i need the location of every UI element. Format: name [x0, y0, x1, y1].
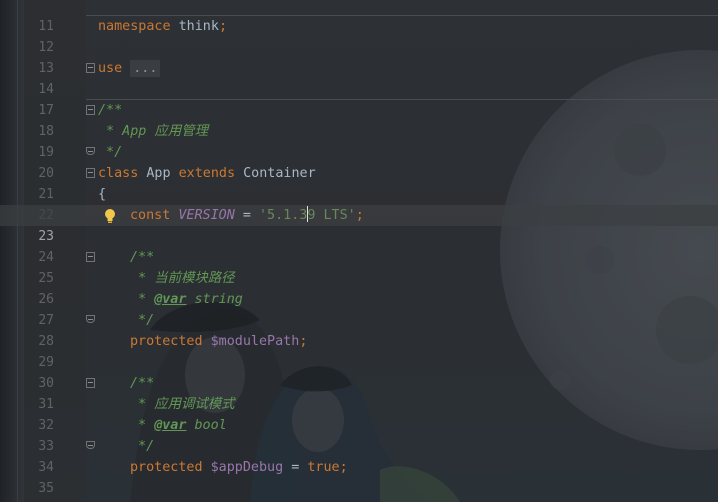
- code-text: class App extends Container: [98, 163, 316, 184]
- code-line[interactable]: 22 {: [0, 184, 718, 223]
- code-line[interactable]: 11: [0, 0, 718, 34]
- doc-comment: /**: [130, 250, 155, 265]
- doc-comment: * 应用调试模式: [130, 397, 235, 412]
- code-text: namespace think;: [98, 16, 227, 37]
- lightbulb-icon[interactable]: [104, 208, 116, 224]
- doc-comment: /**: [130, 376, 155, 391]
- code-line[interactable]: 31 /**: [0, 373, 718, 412]
- code-line[interactable]: 28 */: [0, 310, 718, 349]
- parent-class-name: Container: [243, 166, 316, 181]
- code-line[interactable]: 13: [0, 37, 718, 76]
- code-text: use ...: [98, 58, 161, 79]
- code-line[interactable]: 35 protected $appDebug = true;: [0, 457, 718, 496]
- keyword: use: [98, 61, 123, 76]
- code-line[interactable]: 27 * @var string: [0, 289, 718, 328]
- doc-comment: */: [130, 313, 155, 328]
- code-line[interactable]: 14 use ...: [0, 58, 718, 97]
- code-line[interactable]: 25 /**: [0, 247, 718, 286]
- doc-comment: * App 应用管理: [98, 124, 208, 139]
- semicolon: ;: [355, 208, 364, 223]
- code-line[interactable]: 18 /**: [0, 100, 718, 139]
- constant-name: VERSION: [178, 208, 235, 223]
- doc-comment: */: [98, 145, 123, 160]
- boolean-literal: true: [307, 460, 340, 475]
- doc-comment: * @var bool: [130, 418, 227, 433]
- code-text: protected $modulePath;: [130, 331, 307, 352]
- code-line[interactable]: 33 * @var bool: [0, 415, 718, 454]
- keyword: protected: [130, 334, 203, 349]
- doc-comment: /**: [98, 103, 123, 118]
- fold-marker-icon[interactable]: [86, 441, 95, 449]
- keyword: class: [98, 166, 139, 181]
- code-text: protected $appDebug = true;: [130, 457, 348, 478]
- code-text: const VERSION = '5.1.39 LTS';: [130, 205, 364, 226]
- namespace-name: think: [178, 19, 219, 34]
- class-name: App: [146, 166, 171, 181]
- semicolon: ;: [218, 19, 227, 34]
- fold-marker-icon[interactable]: [86, 252, 95, 262]
- fold-marker-icon[interactable]: [86, 63, 95, 73]
- code-line[interactable]: 30: [0, 352, 718, 391]
- fold-marker-icon[interactable]: [86, 315, 95, 323]
- code-line[interactable]: 20 */: [0, 142, 718, 181]
- code-editor[interactable]: 11 12 namespace think; 13 14 use ... 17 …: [0, 0, 718, 502]
- keyword: namespace: [98, 19, 171, 34]
- code-line[interactable]: 24: [0, 226, 718, 265]
- semicolon: ;: [339, 460, 348, 475]
- doc-tag: @var: [154, 292, 187, 307]
- code-line[interactable]: 17: [0, 79, 718, 118]
- folded-imports[interactable]: ...: [130, 60, 161, 77]
- current-line[interactable]: 23 const VERSION = '5.1.39 LTS';: [0, 205, 718, 244]
- code-line[interactable]: 21 class App extends Container: [0, 163, 718, 202]
- keyword: const: [130, 208, 171, 223]
- assign-operator: =: [291, 460, 300, 475]
- string-literal: '5.1.39 LTS': [259, 206, 356, 223]
- code-line[interactable]: 34 */: [0, 436, 718, 475]
- code-line[interactable]: 29 protected $modulePath;: [0, 331, 718, 370]
- property-name: $appDebug: [210, 460, 284, 475]
- fold-marker-icon[interactable]: [86, 147, 95, 155]
- doc-comment: * 当前模块路径: [130, 271, 235, 286]
- fold-marker-icon[interactable]: [86, 105, 95, 115]
- code-line[interactable]: 12 namespace think;: [0, 16, 718, 55]
- semicolon: ;: [299, 334, 308, 349]
- doc-tag: @var: [154, 418, 187, 433]
- code-line[interactable]: 36: [0, 478, 718, 499]
- code-line[interactable]: 32 * 应用调试模式: [0, 394, 718, 433]
- property-name: $modulePath: [210, 334, 300, 349]
- doc-comment: * @var string: [130, 292, 243, 307]
- code-line[interactable]: 19 * App 应用管理: [0, 121, 718, 160]
- open-brace: {: [98, 187, 107, 202]
- keyword: extends: [178, 166, 236, 181]
- fold-marker-icon[interactable]: [86, 378, 95, 388]
- fold-marker-icon[interactable]: [86, 168, 95, 178]
- keyword: protected: [130, 460, 203, 475]
- code-line[interactable]: 26 * 当前模块路径: [0, 268, 718, 307]
- assign-operator: =: [242, 208, 251, 223]
- doc-comment: */: [130, 439, 155, 454]
